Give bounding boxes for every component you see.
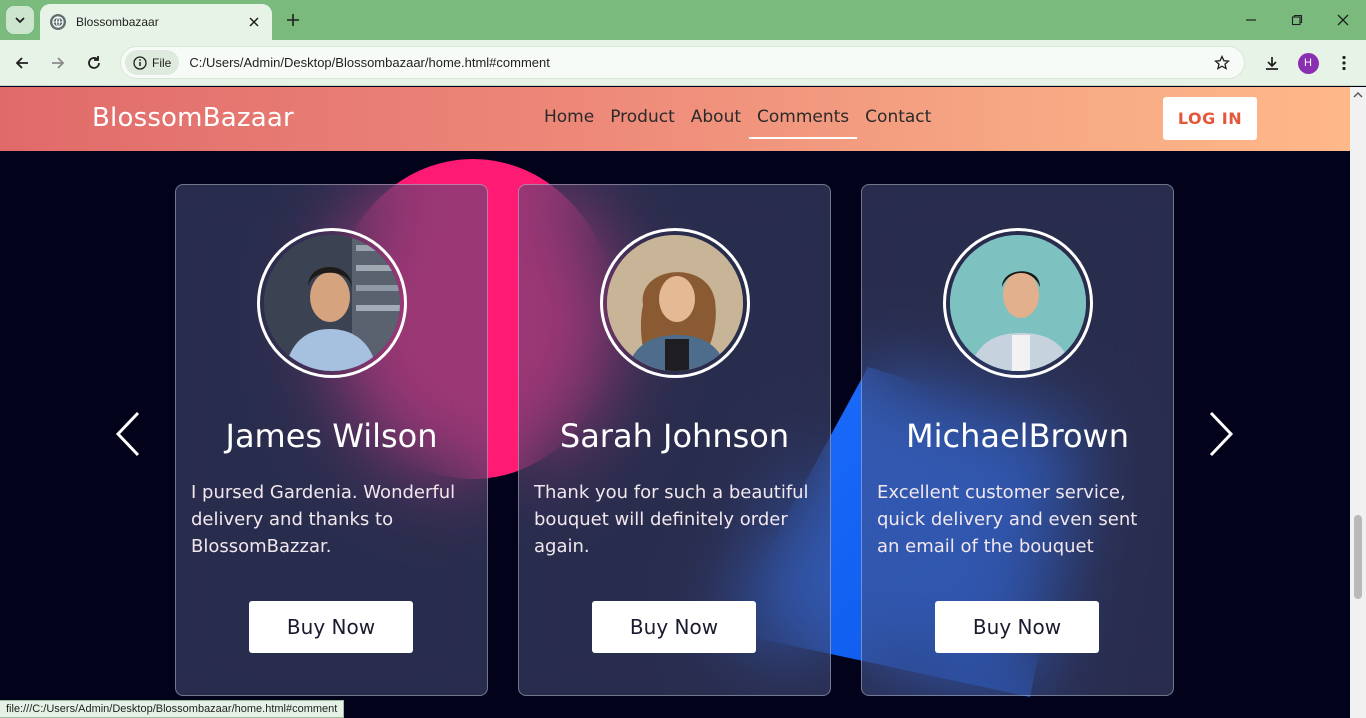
customer-photo <box>257 228 407 378</box>
nav-about[interactable]: About <box>683 105 749 139</box>
customer-comment: Excellent customer service, quick delive… <box>877 482 1138 557</box>
globe-icon <box>50 14 66 30</box>
tab-search-button[interactable] <box>6 6 34 34</box>
nav-product[interactable]: Product <box>602 105 683 139</box>
minimize-icon <box>1246 19 1256 21</box>
customer-name: Sarah Johnson <box>559 417 790 455</box>
page-scrollbar[interactable] <box>1350 87 1366 718</box>
site-info-label: File <box>152 55 172 70</box>
testimonial-card: James Wilson I pursed Gardenia. Wonderfu… <box>175 184 488 696</box>
browser-tab-bar: Blossombazaar <box>0 0 1366 40</box>
customer-name: James Wilson <box>225 417 438 455</box>
url-text[interactable]: C:/Users/Admin/Desktop/Blossombazaar/hom… <box>189 55 1210 70</box>
plus-icon <box>287 14 299 26</box>
close-tab-icon[interactable] <box>246 14 262 30</box>
arrow-left-icon <box>15 57 28 69</box>
testimonial-card: MichaelBrown Excellent customer service,… <box>861 184 1174 696</box>
star-icon <box>1214 54 1230 70</box>
page-viewport: BlossomBazaar Home Product About Comment… <box>0 87 1350 718</box>
customer-photo <box>600 228 750 378</box>
site-info-button[interactable]: File <box>125 50 180 75</box>
buy-now-button[interactable]: Buy Now <box>592 601 756 653</box>
tab-title: Blossombazaar <box>76 15 159 29</box>
scroll-up-arrow-icon[interactable] <box>1353 91 1363 99</box>
browser-tab[interactable]: Blossombazaar <box>40 4 272 40</box>
reload-button[interactable] <box>82 51 106 75</box>
bookmark-button[interactable] <box>1210 51 1234 75</box>
nav-comments[interactable]: Comments <box>749 105 858 139</box>
address-bar[interactable]: File C:/Users/Admin/Desktop/Blossombazaa… <box>120 46 1245 79</box>
nav-contact[interactable]: Contact <box>857 105 939 139</box>
site-logo[interactable]: BlossomBazaar <box>92 103 294 133</box>
main-nav: Home Product About Comments Contact <box>536 105 939 139</box>
buy-now-button[interactable]: Buy Now <box>249 601 413 653</box>
back-button[interactable] <box>10 51 34 75</box>
login-button[interactable]: LOG IN <box>1163 97 1257 140</box>
reload-icon <box>88 56 100 69</box>
browser-toolbar: File C:/Users/Admin/Desktop/Blossombazaa… <box>0 40 1366 86</box>
minimize-button[interactable] <box>1241 10 1261 30</box>
nav-home[interactable]: Home <box>536 105 602 139</box>
customer-comment: I pursed Gardenia. Wonderful delivery an… <box>191 482 456 557</box>
testimonial-card: Sarah Johnson Thank you for such a beaut… <box>518 184 831 696</box>
profile-button[interactable]: H <box>1296 51 1320 75</box>
more-vertical-icon <box>1342 55 1346 71</box>
forward-button[interactable] <box>46 51 70 75</box>
new-tab-button[interactable] <box>282 9 304 31</box>
customer-photo <box>943 228 1093 378</box>
close-icon <box>1337 14 1349 26</box>
status-bar: file:///C:/Users/Admin/Desktop/Blossomba… <box>0 700 345 718</box>
browser-menu-button[interactable] <box>1332 51 1356 75</box>
info-icon <box>133 55 147 70</box>
buy-now-button[interactable]: Buy Now <box>935 601 1099 653</box>
chevron-left-icon <box>115 411 140 457</box>
close-window-button[interactable] <box>1333 10 1353 30</box>
restore-icon <box>1291 14 1303 26</box>
carousel-prev-button[interactable] <box>113 409 143 459</box>
chevron-right-icon <box>1209 411 1234 457</box>
customer-comment: Thank you for such a beautiful bouquet w… <box>534 482 809 557</box>
restore-button[interactable] <box>1287 10 1307 30</box>
carousel-next-button[interactable] <box>1206 409 1236 459</box>
site-header: BlossomBazaar Home Product About Comment… <box>0 87 1350 151</box>
downloads-button[interactable] <box>1260 51 1284 75</box>
download-icon <box>1266 57 1278 70</box>
scrollbar-thumb[interactable] <box>1354 515 1362 599</box>
chevron-down-icon <box>15 17 25 24</box>
avatar: H <box>1297 52 1319 74</box>
customer-name: MichaelBrown <box>906 417 1129 455</box>
arrow-right-icon <box>52 57 65 69</box>
